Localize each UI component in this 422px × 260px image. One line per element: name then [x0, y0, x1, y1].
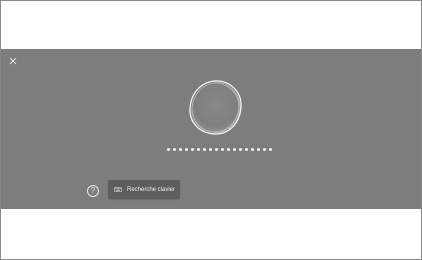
password-dot — [269, 147, 272, 151]
help-circle-icon: ? — [90, 186, 96, 195]
voice-orb-icon — [189, 80, 242, 135]
close-icon — [9, 57, 17, 65]
password-dot — [215, 147, 218, 151]
password-dot — [167, 147, 170, 151]
keyboard-search-button[interactable]: Recherche clavier — [108, 180, 180, 199]
password-dot — [263, 147, 266, 151]
password-dot — [251, 147, 254, 151]
password-dot — [185, 147, 188, 151]
password-dot — [245, 147, 248, 151]
password-dot — [203, 147, 206, 151]
password-dots — [167, 146, 272, 152]
voice-orb — [184, 77, 246, 139]
password-dot — [173, 147, 176, 151]
keyboard-search-label: Recherche clavier — [127, 186, 176, 193]
password-dot — [257, 147, 260, 151]
help-button[interactable]: ? — [87, 185, 99, 197]
password-dot — [227, 147, 230, 151]
password-dot — [191, 147, 194, 151]
password-dot — [239, 147, 242, 151]
close-button[interactable] — [7, 55, 19, 67]
password-dot — [209, 147, 212, 151]
voice-search-overlay: ? Recherche clavier — [1, 49, 421, 209]
password-dot — [197, 147, 200, 151]
password-dot — [221, 147, 224, 151]
keyboard-icon — [114, 187, 122, 192]
password-dot — [179, 147, 182, 151]
password-dot — [233, 147, 236, 151]
